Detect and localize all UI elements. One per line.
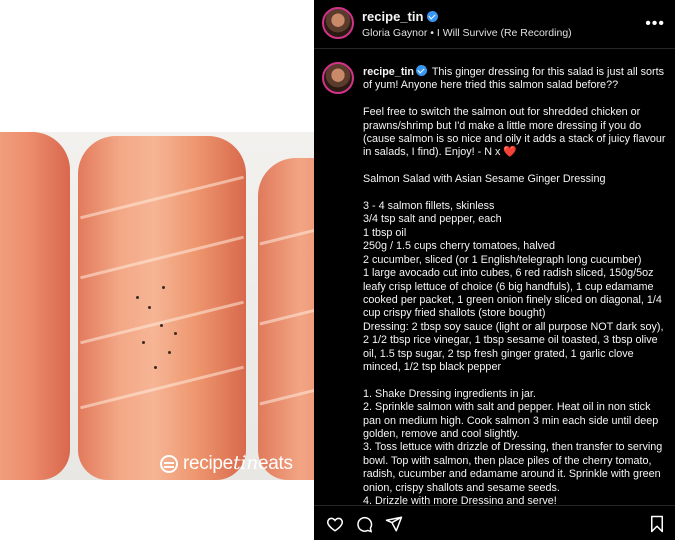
logo-icon [160, 454, 178, 473]
caption-body: Feel free to switch the salmon out for s… [363, 106, 666, 504]
more-options-icon[interactable]: ••• [645, 15, 665, 33]
username-link[interactable]: recipe_tin [362, 9, 423, 24]
caption-verified-badge-icon [416, 65, 428, 76]
bookmark-icon[interactable] [648, 515, 666, 533]
comment-icon[interactable] [355, 515, 373, 533]
action-bar [314, 505, 675, 540]
caption-avatar[interactable] [322, 62, 354, 94]
avatar[interactable] [322, 7, 354, 39]
caption-username-link[interactable]: recipe_tin [363, 66, 414, 78]
media-pane: recipetineats [0, 0, 314, 540]
audio-track-link[interactable]: Gloria Gaynor • I Will Survive (Re Recor… [362, 27, 572, 39]
caption-area: recipe_tin This ginger dressing for this… [314, 58, 675, 504]
heart-icon[interactable] [326, 515, 344, 533]
post-image[interactable]: recipetineats [0, 132, 314, 480]
verified-badge-icon [427, 11, 439, 22]
post-header: recipe_tin Gloria Gaynor • I Will Surviv… [314, 0, 675, 49]
instagram-post-view: recipetineats recipe_tin Gloria Gaynor •… [0, 0, 675, 540]
watermark-logo: recipetineats [160, 452, 293, 475]
salmon-fillet-left [0, 132, 70, 480]
post-caption: recipe_tin This ginger dressing for this… [363, 65, 669, 504]
share-icon[interactable] [385, 515, 403, 533]
post-panel: recipe_tin Gloria Gaynor • I Will Surviv… [314, 0, 675, 540]
salmon-fillet-right [258, 158, 314, 480]
salmon-fillet-center [78, 136, 246, 480]
